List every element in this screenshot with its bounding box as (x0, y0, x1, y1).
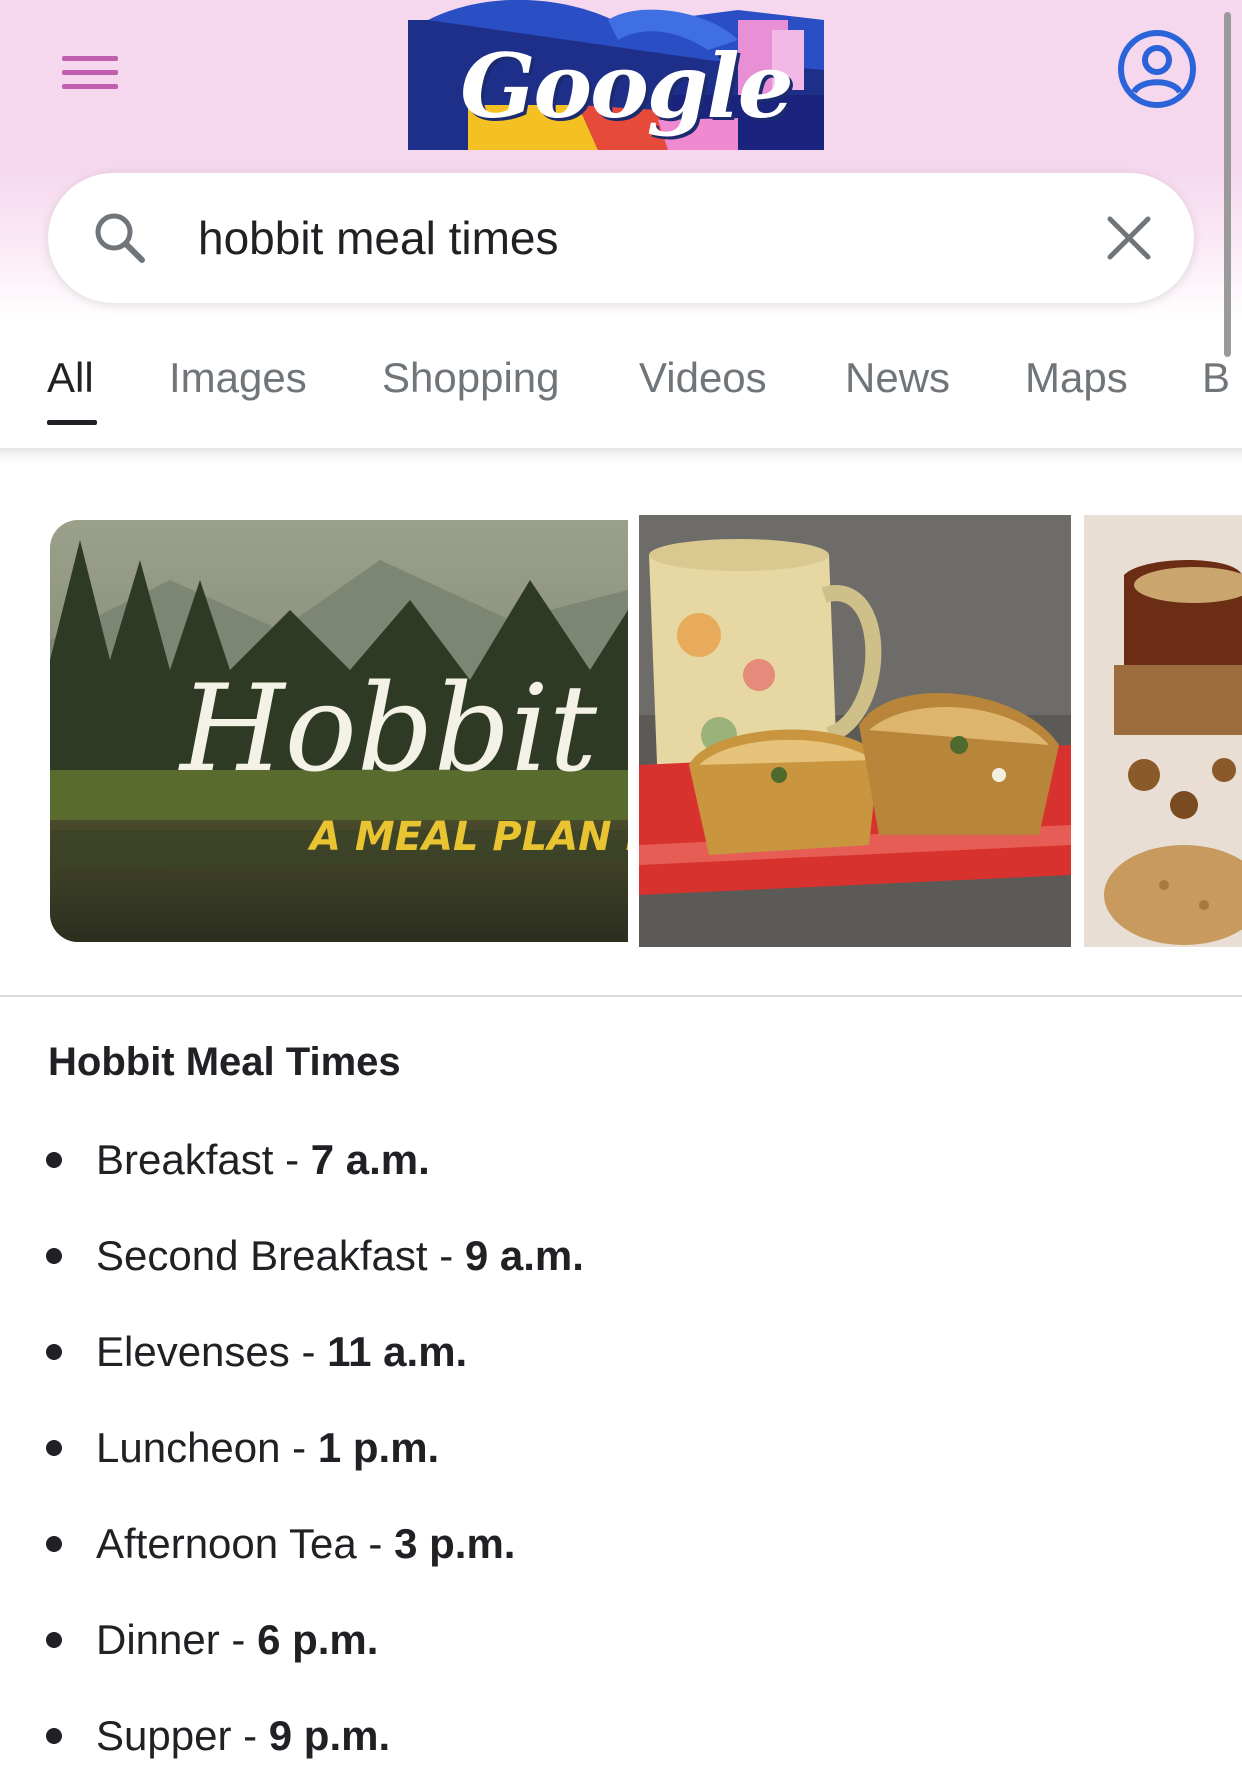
hamburger-menu-icon[interactable] (62, 52, 118, 94)
meal-separator: - (231, 1712, 269, 1759)
featured-list-title: Hobbit Meal Times (48, 1040, 401, 1084)
meal-separator: - (280, 1424, 318, 1471)
meal-name: Breakfast (96, 1136, 274, 1183)
scrollbar[interactable] (1224, 12, 1231, 357)
meal-time: 6 p.m. (257, 1616, 379, 1663)
tab-all[interactable]: All (47, 354, 94, 402)
meal-name: Luncheon (96, 1424, 281, 1471)
list-item: Supper - 9 p.m. (0, 1688, 1242, 1784)
meal-time: 9 a.m. (464, 1232, 584, 1279)
google-doodle-logo[interactable]: Google (408, 0, 832, 168)
image-result-hobbit-meal-plan[interactable]: Hobbit A MEAL PLAN FOR MI (50, 520, 628, 942)
search-input[interactable] (198, 201, 998, 275)
bullet-icon (46, 1536, 62, 1552)
meal-time: 1 p.m. (317, 1424, 440, 1471)
meal-time: 11 a.m. (327, 1328, 468, 1375)
meal-time: 9 p.m. (268, 1712, 391, 1759)
active-tab-indicator (47, 420, 97, 425)
bullet-icon (46, 1344, 62, 1360)
meal-time: 7 a.m. (310, 1136, 430, 1183)
bullet-icon (46, 1440, 62, 1456)
meal-name: Supper (96, 1712, 232, 1759)
search-tabs: All Images Shopping Videos News Maps B (0, 330, 1242, 450)
meal-name: Dinner (96, 1616, 220, 1663)
doodle-text: Google (460, 34, 794, 138)
image-overlay-title: Hobbit (178, 660, 598, 799)
tab-images[interactable]: Images (169, 354, 307, 402)
tab-more[interactable]: B (1202, 354, 1230, 402)
bullet-icon (46, 1152, 62, 1168)
tab-shopping[interactable]: Shopping (382, 354, 560, 402)
account-circle-icon[interactable] (1117, 29, 1197, 109)
image-result-muffins-mug[interactable] (639, 515, 1071, 947)
meal-separator: - (356, 1520, 395, 1567)
meal-name: Second Breakfast (96, 1232, 428, 1279)
tabs-divider (0, 448, 1242, 464)
list-item: Luncheon - 1 p.m. (0, 1400, 1242, 1496)
search-icon[interactable] (92, 210, 148, 266)
meal-separator: - (273, 1136, 311, 1183)
meal-separator: - (219, 1616, 258, 1663)
bullet-icon (46, 1632, 62, 1648)
search-box[interactable] (48, 173, 1194, 303)
list-item: Afternoon Tea - 3 p.m. (0, 1496, 1242, 1592)
meal-time: 3 p.m. (394, 1520, 516, 1567)
image-results-strip: Hobbit A MEAL PLAN FOR MI (0, 510, 1242, 950)
tab-videos[interactable]: Videos (639, 354, 767, 402)
tab-news[interactable]: News (845, 354, 950, 402)
image-result-tea-cookies[interactable] (1084, 515, 1242, 947)
meal-name: Elevenses (96, 1328, 290, 1375)
meal-separator: - (289, 1328, 328, 1375)
meal-name: Afternoon Tea (96, 1520, 357, 1567)
list-item: Elevenses - 11 a.m. (0, 1304, 1242, 1400)
image-overlay-subtitle: A MEAL PLAN FOR MI (307, 814, 628, 860)
meal-separator: - (427, 1232, 465, 1279)
list-item: Dinner - 6 p.m. (0, 1592, 1242, 1688)
bullet-icon (46, 1728, 62, 1744)
close-icon[interactable] (1102, 211, 1156, 265)
tab-maps[interactable]: Maps (1025, 354, 1128, 402)
meal-times-list: Breakfast - 7 a.m. Second Breakfast - 9 … (0, 1112, 1242, 1784)
list-item: Breakfast - 7 a.m. (0, 1112, 1242, 1208)
section-divider (0, 995, 1242, 997)
list-item: Second Breakfast - 9 a.m. (0, 1208, 1242, 1304)
bullet-icon (46, 1248, 62, 1264)
